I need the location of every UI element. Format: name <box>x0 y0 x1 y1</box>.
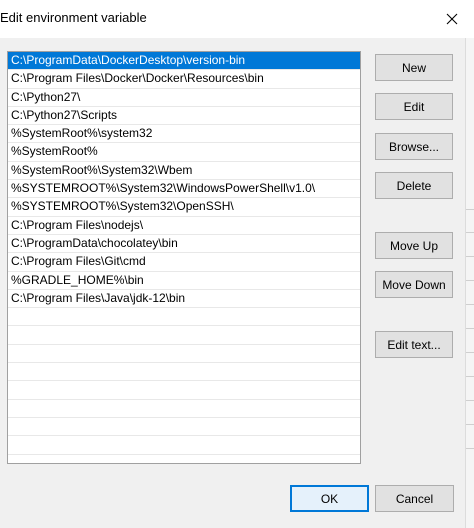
list-item[interactable]: %SystemRoot%\system32 <box>8 125 360 144</box>
cancel-button[interactable]: Cancel <box>375 485 454 512</box>
list-item[interactable]: C:\Python27\ <box>8 89 360 107</box>
list-item[interactable]: %SystemRoot% <box>8 143 360 162</box>
list-item[interactable]: %SYSTEMROOT%\System32\WindowsPowerShell\… <box>8 180 360 199</box>
list-item[interactable]: C:\ProgramData\chocolatey\bin <box>8 235 360 254</box>
list-item[interactable] <box>8 326 360 345</box>
background-window-edge <box>465 0 474 528</box>
ok-button[interactable]: OK <box>290 485 369 512</box>
title-bar: Edit environment variable <box>0 0 474 38</box>
close-icon <box>446 13 458 25</box>
edit-text-button[interactable]: Edit text... <box>375 331 453 358</box>
list-item[interactable] <box>8 418 360 437</box>
list-item[interactable] <box>8 363 360 382</box>
move-down-button[interactable]: Move Down <box>375 271 453 298</box>
list-item[interactable]: C:\Program Files\Java\jdk-12\bin <box>8 290 360 309</box>
move-up-button[interactable]: Move Up <box>375 232 453 259</box>
list-item[interactable] <box>8 381 360 400</box>
list-item[interactable]: C:\Python27\Scripts <box>8 107 360 126</box>
window-title: Edit environment variable <box>0 10 147 25</box>
list-item[interactable]: %SYSTEMROOT%\System32\OpenSSH\ <box>8 198 360 217</box>
list-item[interactable]: C:\Program Files\nodejs\ <box>8 217 360 235</box>
close-button[interactable] <box>436 4 468 34</box>
edit-button[interactable]: Edit <box>375 93 453 120</box>
list-item[interactable]: C:\ProgramData\DockerDesktop\version-bin <box>8 52 360 71</box>
edit-environment-variable-dialog: Edit environment variable C:\ProgramData… <box>0 0 474 528</box>
list-item[interactable] <box>8 400 360 418</box>
delete-button[interactable]: Delete <box>375 172 453 199</box>
list-item[interactable]: %GRADLE_HOME%\bin <box>8 272 360 290</box>
list-item[interactable] <box>8 308 360 327</box>
list-item[interactable] <box>8 436 360 455</box>
browse-button[interactable]: Browse... <box>375 133 453 160</box>
list-item[interactable] <box>8 345 360 364</box>
list-item[interactable]: %SystemRoot%\System32\Wbem <box>8 162 360 181</box>
path-list[interactable]: C:\ProgramData\DockerDesktop\version-bin… <box>7 51 361 464</box>
list-item[interactable]: C:\Program Files\Docker\Docker\Resources… <box>8 70 360 89</box>
list-item[interactable]: C:\Program Files\Git\cmd <box>8 253 360 272</box>
new-button[interactable]: New <box>375 54 453 81</box>
